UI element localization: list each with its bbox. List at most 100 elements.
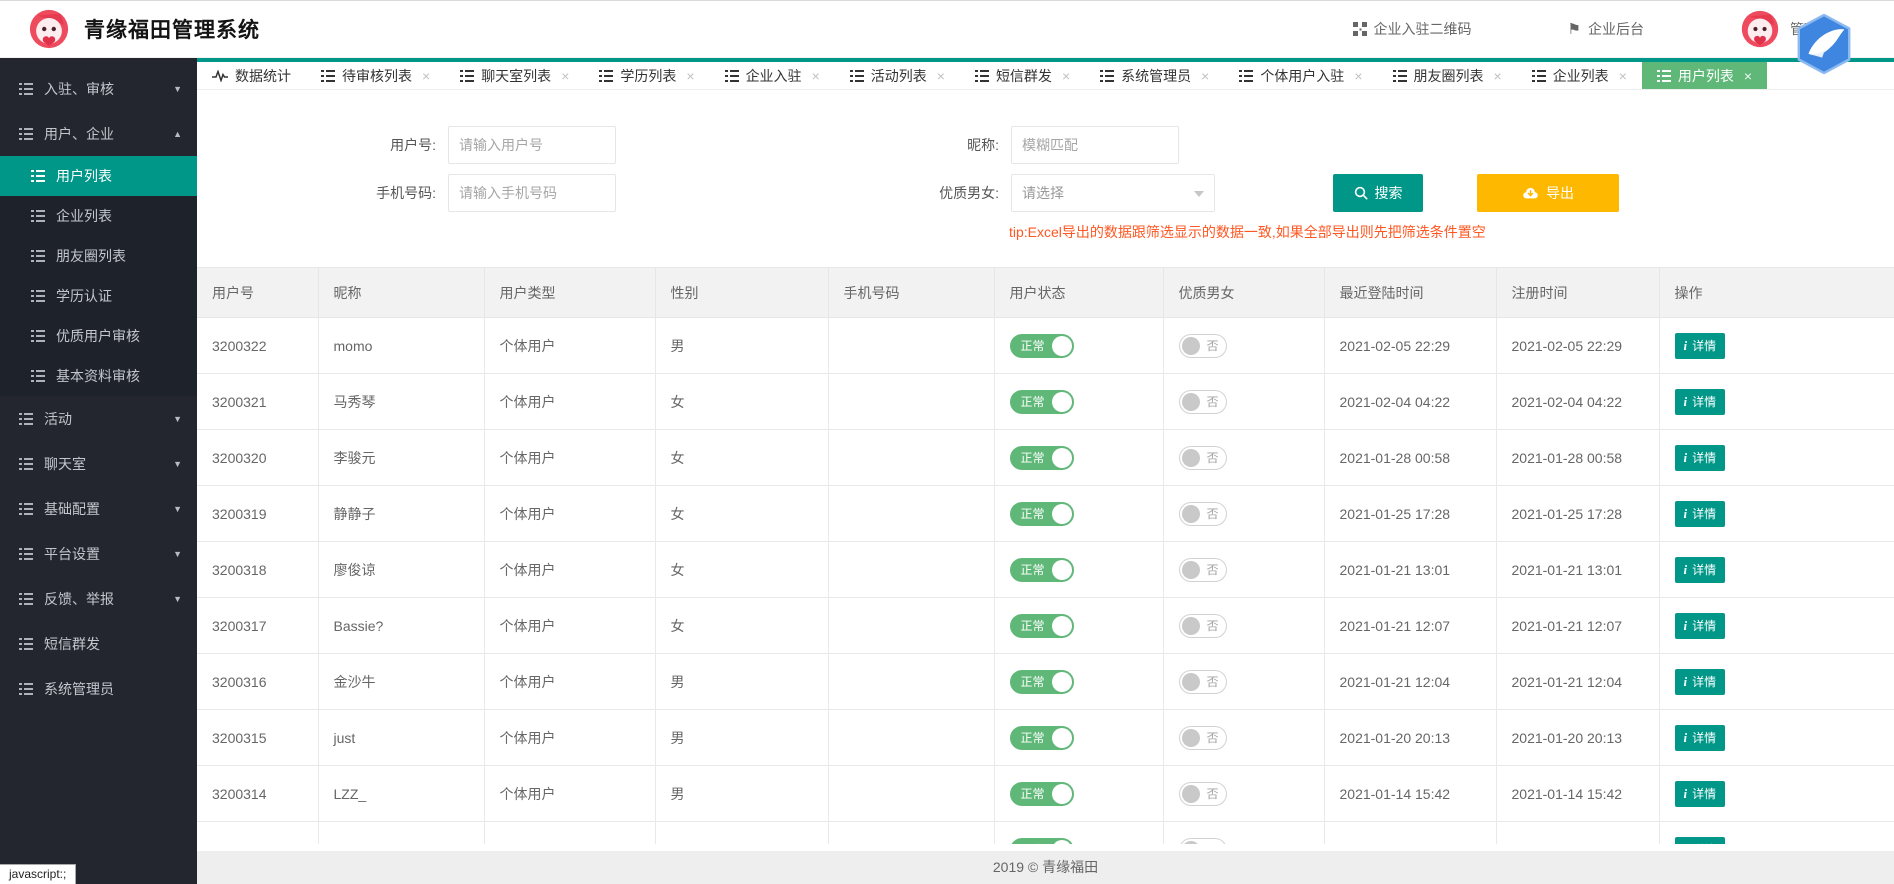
phone-input[interactable]: [448, 174, 616, 212]
close-icon[interactable]: ×: [1201, 68, 1209, 84]
sidebar-item-短信群发[interactable]: 短信群发: [0, 621, 197, 666]
detail-button[interactable]: i详情: [1675, 725, 1726, 751]
sidebar-item-聊天室[interactable]: 聊天室▼: [0, 441, 197, 486]
tab-个体用户入驻[interactable]: 个体用户入驻×: [1224, 62, 1377, 89]
tab-企业入驻[interactable]: 企业入驻×: [710, 62, 835, 89]
sidebar-item-label: 企业列表: [56, 206, 112, 226]
list-icon: [31, 290, 45, 302]
close-icon[interactable]: ×: [561, 68, 569, 84]
search-button[interactable]: 搜索: [1333, 174, 1423, 212]
premium-toggle[interactable]: 否: [1179, 838, 1227, 845]
sidebar-item-基础配置[interactable]: 基础配置▼: [0, 486, 197, 531]
premium-toggle[interactable]: 否: [1179, 334, 1227, 358]
export-button[interactable]: 导出: [1477, 174, 1619, 212]
detail-button[interactable]: i详情: [1675, 781, 1726, 807]
premium-toggle[interactable]: 否: [1179, 558, 1227, 582]
app-logo-icon: [28, 8, 70, 50]
detail-button[interactable]: i详情: [1675, 613, 1726, 639]
chevron-down-icon: ▼: [173, 594, 182, 604]
user-id-input[interactable]: [448, 126, 616, 164]
status-toggle[interactable]: 正常: [1010, 390, 1074, 414]
toggle-label: 正常: [1021, 337, 1045, 354]
status-toggle[interactable]: 正常: [1010, 838, 1074, 845]
detail-button-label: 详情: [1692, 673, 1716, 690]
sidebar-subitem-优质用户审核[interactable]: 优质用户审核: [0, 316, 197, 356]
close-icon[interactable]: ×: [812, 68, 820, 84]
column-header-用户号: 用户号: [197, 268, 318, 318]
sidebar-item-用户、企业[interactable]: 用户、企业▲: [0, 111, 197, 156]
info-icon: i: [1684, 394, 1688, 410]
premium-toggle[interactable]: 否: [1179, 390, 1227, 414]
user-menu[interactable]: 管理员: [1740, 9, 1832, 49]
sidebar-item-反馈、举报[interactable]: 反馈、举报▼: [0, 576, 197, 621]
tab-学历列表[interactable]: 学历列表×: [584, 62, 709, 89]
cell-register_time: 2021-01-28 00:58: [1496, 430, 1659, 486]
enterprise-qr-link[interactable]: 企业入驻二维码: [1353, 19, 1472, 39]
status-toggle[interactable]: 正常: [1010, 726, 1074, 750]
sidebar-item-入驻、审核[interactable]: 入驻、审核▼: [0, 66, 197, 111]
tab-朋友圈列表[interactable]: 朋友圈列表×: [1378, 62, 1517, 89]
cell-user_id: 3200322: [197, 318, 318, 374]
close-icon[interactable]: ×: [1744, 68, 1752, 84]
detail-button[interactable]: i详情: [1675, 445, 1726, 471]
detail-button[interactable]: i详情: [1675, 837, 1726, 845]
sidebar-item-活动[interactable]: 活动▼: [0, 396, 197, 441]
close-icon[interactable]: ×: [686, 68, 694, 84]
toggle-label: 否: [1207, 785, 1219, 802]
list-icon: [19, 128, 33, 140]
close-icon[interactable]: ×: [1354, 68, 1362, 84]
sidebar-subitem-基本资料审核[interactable]: 基本资料审核: [0, 356, 197, 396]
sidebar-item-系统管理员[interactable]: 系统管理员: [0, 666, 197, 711]
tab-短信群发[interactable]: 短信群发×: [960, 62, 1085, 89]
close-icon[interactable]: ×: [1619, 68, 1627, 84]
status-toggle[interactable]: 正常: [1010, 558, 1074, 582]
close-icon[interactable]: ×: [1494, 68, 1502, 84]
premium-toggle[interactable]: 否: [1179, 502, 1227, 526]
status-toggle[interactable]: 正常: [1010, 614, 1074, 638]
app-title: 青缘福田管理系统: [84, 14, 260, 44]
detail-button[interactable]: i详情: [1675, 389, 1726, 415]
tab-聊天室列表[interactable]: 聊天室列表×: [445, 62, 584, 89]
sidebar-subitem-朋友圈列表[interactable]: 朋友圈列表: [0, 236, 197, 276]
sidebar-subitem-用户列表[interactable]: 用户列表: [0, 156, 197, 196]
detail-button[interactable]: i详情: [1675, 333, 1726, 359]
tab-系统管理员[interactable]: 系统管理员×: [1085, 62, 1224, 89]
nickname-input[interactable]: [1011, 126, 1179, 164]
cell-user_id: 3200317: [197, 598, 318, 654]
status-toggle[interactable]: 正常: [1010, 334, 1074, 358]
premium-toggle[interactable]: 否: [1179, 614, 1227, 638]
status-toggle[interactable]: 正常: [1010, 502, 1074, 526]
sidebar-subitem-学历认证[interactable]: 学历认证: [0, 276, 197, 316]
detail-button[interactable]: i详情: [1675, 557, 1726, 583]
table-header-row: 用户号昵称用户类型性别手机号码用户状态优质男女最近登陆时间注册时间操作: [197, 268, 1894, 318]
status-toggle[interactable]: 正常: [1010, 782, 1074, 806]
status-toggle[interactable]: 正常: [1010, 670, 1074, 694]
close-icon[interactable]: ×: [1062, 68, 1070, 84]
premium-toggle[interactable]: 否: [1179, 446, 1227, 470]
close-icon[interactable]: ×: [422, 68, 430, 84]
list-icon: [31, 210, 45, 222]
tab-数据统计[interactable]: 数据统计: [197, 62, 306, 89]
premium-toggle[interactable]: 否: [1179, 670, 1227, 694]
tab-活动列表[interactable]: 活动列表×: [835, 62, 960, 89]
list-icon: [460, 70, 474, 82]
tab-待审核列表[interactable]: 待审核列表×: [306, 62, 445, 89]
premium-toggle[interactable]: 否: [1179, 782, 1227, 806]
tab-用户列表[interactable]: 用户列表×: [1642, 62, 1767, 89]
enterprise-backend-link[interactable]: ⚑ 企业后台: [1568, 19, 1644, 39]
detail-button[interactable]: i详情: [1675, 669, 1726, 695]
sidebar-subitem-企业列表[interactable]: 企业列表: [0, 196, 197, 236]
search-icon: [1354, 186, 1368, 200]
tab-企业列表[interactable]: 企业列表×: [1517, 62, 1642, 89]
status-toggle[interactable]: 正常: [1010, 446, 1074, 470]
sidebar-item-平台设置[interactable]: 平台设置▼: [0, 531, 197, 576]
cell-status: 正常: [994, 374, 1163, 430]
premium-toggle[interactable]: 否: [1179, 726, 1227, 750]
list-icon: [19, 638, 33, 650]
close-icon[interactable]: ×: [937, 68, 945, 84]
cell-nickname: 廖俊谅: [318, 542, 484, 598]
cell-register_time: 2021-01-20 20:13: [1496, 710, 1659, 766]
chevron-down-icon: [1194, 191, 1204, 197]
premium-gender-select[interactable]: 请选择: [1011, 174, 1215, 212]
detail-button[interactable]: i详情: [1675, 501, 1726, 527]
